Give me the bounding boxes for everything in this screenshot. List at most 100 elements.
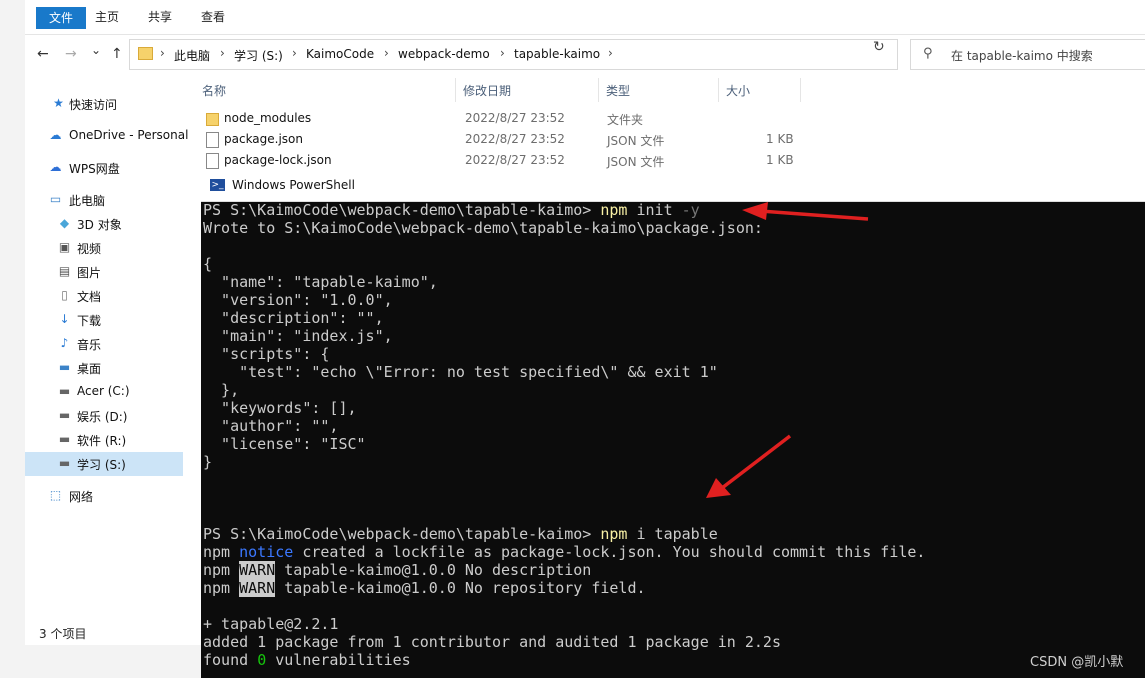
tab-home[interactable]: 主页	[95, 8, 119, 25]
column-divider[interactable]	[598, 78, 599, 102]
terminal-segment: npm	[203, 543, 240, 561]
terminal-segment: npm	[203, 561, 240, 579]
file-row[interactable]: node_modules 2022/8/27 23:52 文件夹	[202, 108, 802, 129]
tab-file[interactable]: 文件	[36, 7, 86, 29]
sidebar-item-icon: ↓	[59, 312, 70, 326]
sidebar-item[interactable]: ☁ WPS网盘	[25, 156, 183, 180]
sidebar-item[interactable]: ⬚ 网络	[25, 484, 183, 508]
back-icon[interactable]: ←	[37, 46, 49, 62]
terminal-line: found 0 vulnerabilities	[203, 651, 1143, 669]
sidebar-item[interactable]: ▬ 桌面	[25, 356, 183, 380]
terminal-segment: WARN	[239, 561, 276, 579]
column-header-type[interactable]: 类型	[606, 82, 630, 99]
terminal-segment: npm	[600, 525, 628, 543]
file-name: package.json	[224, 132, 304, 146]
terminal-output[interactable]: PS S:\KaimoCode\webpack-demo\tapable-kai…	[203, 201, 1143, 678]
sidebar-item-icon: ♪	[60, 336, 69, 350]
breadcrumb-separator: ›	[384, 46, 389, 60]
file-name: package-lock.json	[224, 153, 332, 167]
column-divider[interactable]	[718, 78, 719, 102]
powershell-titlebar[interactable]: >_ Windows PowerShell	[201, 171, 1145, 202]
breadcrumb-this-pc[interactable]: 此电脑	[174, 47, 210, 64]
powershell-window[interactable]: >_ Windows PowerShell PS S:\KaimoCode\we…	[201, 171, 1145, 678]
breadcrumb-kaimocode[interactable]: KaimoCode	[306, 47, 374, 61]
terminal-line: npm WARN tapable-kaimo@1.0.0 No reposito…	[203, 579, 1143, 597]
tab-view[interactable]: 查看	[201, 8, 225, 25]
sidebar-item-label: 此电脑	[69, 194, 106, 208]
column-divider[interactable]	[455, 78, 456, 102]
terminal-segment: + tapable@2.2.1	[203, 615, 339, 633]
file-row[interactable]: package.json 2022/8/27 23:52 JSON 文件 1 KB	[202, 129, 802, 150]
sidebar-item[interactable]: ▬ Acer (C:)	[25, 380, 183, 404]
sidebar-item[interactable]: ◆ 3D 对象	[25, 212, 183, 236]
sidebar-item-icon: ▬	[58, 384, 71, 398]
sidebar-item[interactable]: ☁ OneDrive - Personal	[25, 124, 189, 148]
sidebar-item[interactable]: ▬ 娱乐 (D:)	[25, 404, 183, 428]
terminal-segment: Wrote to S:\KaimoCode\webpack-demo\tapab…	[203, 219, 763, 237]
file-row[interactable]: package-lock.json 2022/8/27 23:52 JSON 文件 1…	[202, 150, 802, 171]
sidebar-item[interactable]: ▭ 此电脑	[25, 188, 183, 212]
sidebar-item[interactable]: ▬ 学习 (S:)	[25, 452, 183, 476]
sidebar-item-icon: ⬚	[49, 488, 62, 502]
folder-icon	[206, 113, 219, 126]
recent-locations-icon[interactable]: ⌄	[91, 43, 101, 57]
address-bar[interactable]: › 此电脑 › 学习 (S:) › KaimoCode › webpack-de…	[129, 39, 898, 70]
sidebar-item[interactable]: ▤ 图片	[25, 260, 183, 284]
terminal-segment: added 1 package from 1 contributor and a…	[203, 633, 781, 651]
refresh-icon[interactable]: ↻	[873, 39, 885, 55]
column-header-name[interactable]: 名称	[202, 82, 226, 99]
terminal-segment: -y	[681, 201, 700, 219]
navigation-pane: ★ 快速访问 ☁ OneDrive - Personal ☁ WPS网盘 ▭ 此电脑 ◆ 3D 对…	[25, 90, 189, 600]
sidebar-item-label: OneDrive - Personal	[69, 128, 189, 142]
column-header-date[interactable]: 修改日期	[463, 82, 511, 99]
sidebar-item[interactable]: ★ 快速访问	[25, 92, 183, 116]
terminal-segment: },	[203, 381, 240, 399]
terminal-segment: PS S:\KaimoCode\webpack-demo\tapable-kai…	[203, 201, 601, 219]
terminal-segment: "description": "",	[203, 309, 384, 327]
terminal-segment: notice	[239, 543, 294, 561]
terminal-line: }	[203, 453, 1143, 471]
sidebar-item-icon: ☁	[49, 128, 62, 142]
sidebar-item[interactable]: ♪ 音乐	[25, 332, 183, 356]
ribbon: 文件 主页 共享 查看	[25, 0, 1145, 35]
file-size: 1 KB	[766, 132, 794, 146]
sidebar-item[interactable]: ▣ 视频	[25, 236, 183, 260]
sidebar-item-label: 文档	[77, 290, 102, 304]
tab-share[interactable]: 共享	[148, 8, 172, 25]
sidebar-item-label: 学习 (S:)	[77, 458, 126, 472]
terminal-segment: 0	[257, 651, 267, 669]
breadcrumb-separator: ›	[160, 46, 165, 60]
up-icon[interactable]: ↑	[111, 46, 123, 62]
breadcrumb-separator: ›	[608, 46, 613, 60]
file-type: JSON 文件	[607, 155, 665, 169]
sidebar-item-label: 网络	[69, 490, 94, 504]
terminal-segment: "main": "index.js",	[203, 327, 393, 345]
column-divider[interactable]	[800, 78, 801, 102]
terminal-segment: tapable-kaimo@1.0.0 No repository field.	[275, 579, 646, 597]
forward-icon[interactable]: →	[65, 46, 77, 62]
breadcrumb-drive-s[interactable]: 学习 (S:)	[234, 47, 283, 64]
sidebar-item-label: 桌面	[77, 362, 102, 376]
terminal-line: "name": "tapable-kaimo",	[203, 273, 1143, 291]
breadcrumb-webpack-demo[interactable]: webpack-demo	[398, 47, 490, 61]
file-type: JSON 文件	[607, 134, 665, 148]
search-box[interactable]: ⚲ 在 tapable-kaimo 中搜索	[910, 39, 1145, 70]
sidebar-item[interactable]: ▯ 文档	[25, 284, 183, 308]
terminal-segment: "author": "",	[203, 417, 339, 435]
breadcrumb-tapable-kaimo[interactable]: tapable-kaimo	[514, 47, 600, 61]
file-date: 2022/8/27 23:52	[465, 111, 565, 125]
sidebar-item-label: 音乐	[77, 338, 102, 352]
sidebar-item-label: WPS网盘	[69, 162, 120, 176]
terminal-line: "license": "ISC"	[203, 435, 1143, 453]
terminal-segment: npm	[203, 579, 240, 597]
terminal-line: "version": "1.0.0",	[203, 291, 1143, 309]
terminal-line: + tapable@2.2.1	[203, 615, 1143, 633]
sidebar-item-label: Acer (C:)	[77, 384, 130, 398]
sidebar-item-label: 3D 对象	[77, 218, 122, 232]
sidebar-item[interactable]: ▬ 软件 (R:)	[25, 428, 183, 452]
sidebar-item-label: 视频	[77, 242, 102, 256]
sidebar-item-icon: ▬	[58, 456, 71, 470]
sidebar-item[interactable]: ↓ 下载	[25, 308, 183, 332]
column-header-size[interactable]: 大小	[726, 82, 750, 99]
